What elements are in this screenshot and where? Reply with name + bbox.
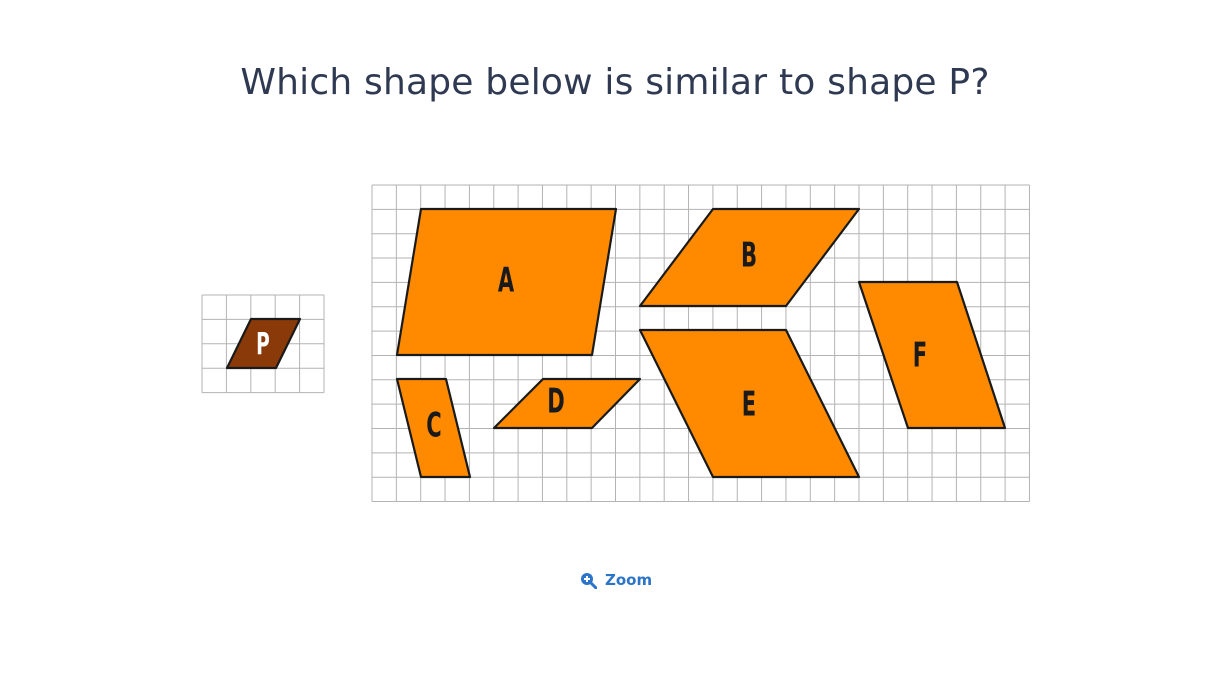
shape-d-outline: [492, 377, 642, 430]
shape-p: P: [225, 317, 302, 370]
shape-label-p: P: [256, 327, 270, 362]
shape-label-d: D: [547, 381, 564, 421]
shape-label-e: E: [742, 384, 756, 424]
shape-label-a: A: [498, 260, 514, 300]
zoom-in-icon: [581, 572, 597, 589]
shape-label-c: C: [426, 405, 441, 445]
shape-label-f: F: [913, 335, 927, 375]
shape-d: D: [492, 377, 642, 430]
zoom-label: Zoom: [605, 571, 653, 589]
shape-e: E: [638, 328, 861, 479]
zoom-button[interactable]: Zoom: [580, 568, 652, 592]
shape-b: B: [638, 207, 861, 308]
shape-label-b: B: [741, 235, 757, 275]
shape-c: C: [395, 377, 472, 479]
shape-a: A: [395, 207, 618, 357]
